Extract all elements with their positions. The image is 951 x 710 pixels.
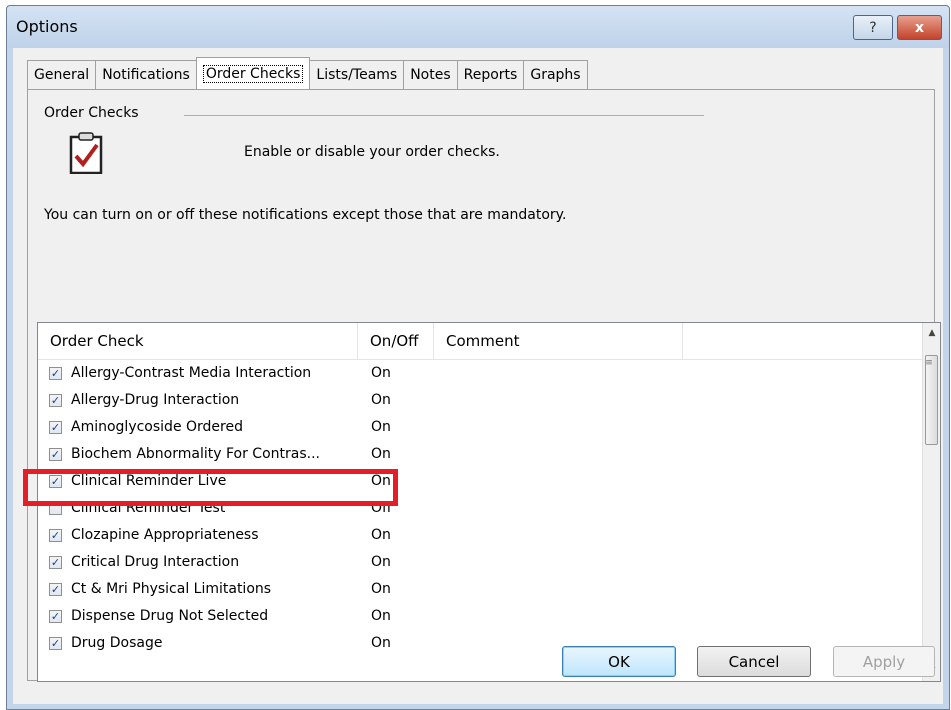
vertical-scrollbar[interactable]: ▲ ≡ ▼ bbox=[922, 323, 940, 681]
on-off-value: On bbox=[371, 446, 391, 462]
tab-label: Notes bbox=[410, 67, 451, 83]
column-header-comment[interactable]: Comment bbox=[434, 323, 683, 359]
order-check-label: Allergy-Contrast Media Interaction bbox=[71, 365, 312, 381]
tab-lists-teams[interactable]: Lists/Teams bbox=[309, 60, 405, 89]
checked-checkbox[interactable]: ✓ bbox=[49, 556, 62, 569]
help-icon: ? bbox=[869, 19, 877, 36]
checked-checkbox[interactable]: ✓ bbox=[49, 637, 62, 650]
order-check-label: Dispense Drug Not Selected bbox=[71, 608, 269, 624]
list-item[interactable]: ✓ Allergy-Drug Interaction On bbox=[38, 388, 922, 415]
tab-label: Lists/Teams bbox=[316, 67, 398, 83]
scroll-up-icon[interactable]: ▲ bbox=[923, 323, 940, 343]
list-rows: ✓ Allergy-Contrast Media Interaction On ✓ Al… bbox=[38, 361, 922, 658]
checked-checkbox[interactable]: ✓ bbox=[49, 367, 62, 380]
column-header-order-check[interactable]: Order Check bbox=[38, 323, 358, 359]
tab-label: Order Checks bbox=[202, 64, 304, 83]
highlight-box bbox=[23, 469, 398, 506]
options-dialog: Options ? x General Notifications Order Ch… bbox=[6, 5, 950, 710]
on-off-value: On bbox=[371, 581, 391, 597]
on-off-value: On bbox=[371, 365, 391, 381]
tab-label: Graphs bbox=[530, 67, 581, 83]
on-off-value: On bbox=[371, 608, 391, 624]
group-label: Order Checks bbox=[44, 105, 139, 121]
close-icon: x bbox=[914, 19, 925, 36]
list-item[interactable]: ✓ Dispense Drug Not Selected On bbox=[38, 604, 922, 631]
order-checks-page: Order Checks Enable or disable your orde… bbox=[27, 89, 941, 682]
order-check-label: Drug Dosage bbox=[71, 635, 163, 651]
scroll-thumb[interactable] bbox=[925, 355, 938, 445]
list-item[interactable]: ✓ Allergy-Contrast Media Interaction On bbox=[38, 361, 922, 388]
tab-notes[interactable]: Notes bbox=[403, 60, 458, 89]
cancel-button[interactable]: Cancel bbox=[697, 646, 811, 677]
window-title: Options bbox=[16, 17, 78, 36]
checked-checkbox[interactable]: ✓ bbox=[49, 583, 62, 596]
checked-checkbox[interactable]: ✓ bbox=[49, 421, 62, 434]
on-off-value: On bbox=[371, 419, 391, 435]
tab-label: General bbox=[34, 67, 90, 83]
list-item[interactable]: ✓ Clozapine Appropriateness On bbox=[38, 523, 922, 550]
order-check-label: Critical Drug Interaction bbox=[71, 554, 240, 570]
title-bar: Options ? x bbox=[7, 6, 949, 48]
dialog-client: General Notifications Order Checks Lists/Te… bbox=[13, 48, 943, 704]
help-button[interactable]: ? bbox=[853, 15, 893, 40]
close-button[interactable]: x bbox=[897, 15, 942, 40]
group-divider bbox=[184, 115, 704, 116]
tab-order-checks[interactable]: Order Checks bbox=[195, 57, 311, 89]
tab-label: Reports bbox=[463, 67, 518, 83]
on-off-value: On bbox=[371, 392, 391, 408]
checked-checkbox[interactable]: ✓ bbox=[49, 448, 62, 461]
list-item[interactable]: ✓ Ct & Mri Physical Limitations On bbox=[38, 577, 922, 604]
tab-reports[interactable]: Reports bbox=[456, 60, 525, 89]
on-off-value: On bbox=[371, 527, 391, 543]
apply-button[interactable]: Apply bbox=[833, 646, 935, 677]
order-check-label: Clozapine Appropriateness bbox=[71, 527, 259, 543]
checked-checkbox[interactable]: ✓ bbox=[49, 610, 62, 623]
order-check-label: Aminoglycoside Ordered bbox=[71, 419, 243, 435]
order-check-label: Allergy-Drug Interaction bbox=[71, 392, 240, 408]
column-header-on-off[interactable]: On/Off bbox=[358, 323, 434, 359]
list-header: Order Check On/Off Comment bbox=[38, 323, 922, 360]
tab-strip: General Notifications Order Checks Lists/Te… bbox=[27, 57, 588, 90]
ok-button[interactable]: OK bbox=[562, 646, 676, 677]
tab-label: Notifications bbox=[102, 67, 190, 83]
list-item[interactable]: ✓ Critical Drug Interaction On bbox=[38, 550, 922, 577]
list-item[interactable]: ✓ Biochem Abnormality For Contras... On bbox=[38, 442, 922, 469]
checked-checkbox[interactable]: ✓ bbox=[49, 394, 62, 407]
order-check-label: Biochem Abnormality For Contras... bbox=[71, 446, 320, 462]
list-item[interactable]: ✓ Aminoglycoside Ordered On bbox=[38, 415, 922, 442]
tab-general[interactable]: General bbox=[27, 60, 97, 89]
scroll-grip-icon: ≡ bbox=[925, 358, 933, 368]
checked-checkbox[interactable]: ✓ bbox=[49, 529, 62, 542]
column-header-filler bbox=[683, 323, 922, 359]
tab-graphs[interactable]: Graphs bbox=[523, 60, 588, 89]
order-check-label: Ct & Mri Physical Limitations bbox=[71, 581, 272, 597]
clipboard-check-icon bbox=[69, 132, 103, 174]
section-note: You can turn on or off these notificatio… bbox=[44, 207, 567, 223]
on-off-value: On bbox=[371, 554, 391, 570]
tab-notifications[interactable]: Notifications bbox=[95, 60, 197, 89]
section-description: Enable or disable your order checks. bbox=[244, 144, 500, 160]
on-off-value: On bbox=[371, 635, 391, 651]
